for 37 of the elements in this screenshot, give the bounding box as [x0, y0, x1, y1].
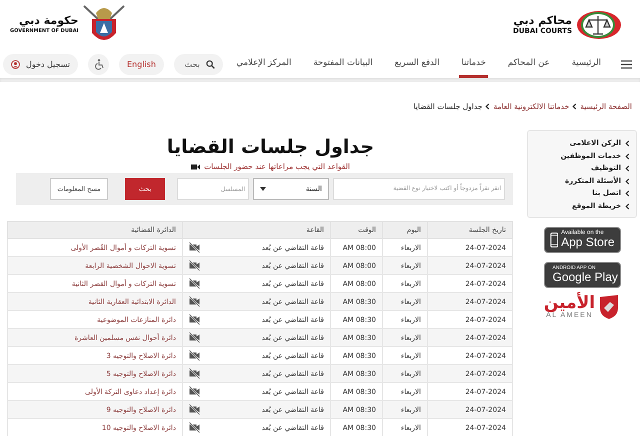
menu-icon[interactable] [621, 60, 632, 68]
camera-off-icon [189, 422, 200, 433]
camera-off-icon [189, 386, 200, 397]
caret-icon [260, 187, 266, 191]
chevron-icon [572, 103, 578, 110]
camera-off-icon [189, 350, 200, 361]
accessibility-button[interactable] [88, 54, 109, 74]
camera-off-icon [189, 404, 200, 415]
phone-icon [550, 230, 558, 248]
logo-arabic-text: حكومة دبي [19, 14, 78, 27]
video-camera-icon [191, 164, 200, 170]
camera-off-icon [189, 332, 200, 343]
camera-off-icon [189, 278, 200, 289]
nav-tab[interactable]: عن المحاكم [506, 50, 552, 78]
login-button[interactable]: تسجيل دخول [3, 54, 78, 74]
camera-off-icon [189, 242, 200, 253]
logo-arabic-text: محاكم دبي [513, 14, 572, 27]
page-title: جداول جلسات القضايا [166, 135, 376, 159]
user-icon [11, 60, 20, 68]
camera-off-icon [189, 296, 200, 307]
login-label: تسجيل دخول [26, 60, 70, 68]
nav-tab[interactable]: المركز الإعلامي [234, 50, 294, 78]
scales-emblem-icon [576, 10, 622, 40]
chevron-icon [485, 103, 490, 110]
partner-arabic-text: الأمين [544, 294, 596, 312]
nav-tab[interactable]: البيانات المفتوحة [311, 50, 375, 78]
search-field[interactable]: بحث [174, 54, 223, 74]
nav-tab[interactable]: الرئيسية [570, 50, 603, 78]
search-icon [206, 60, 215, 68]
camera-off-icon [189, 368, 200, 379]
nav-tab[interactable]: الدفع السريع [392, 50, 442, 78]
language-button[interactable]: English [119, 54, 164, 74]
badge-title: App Store [561, 236, 614, 249]
badge-title: Google Play [552, 270, 618, 284]
camera-off-icon [189, 260, 200, 271]
wheelchair-icon [94, 58, 104, 70]
camera-off-icon [189, 314, 200, 325]
